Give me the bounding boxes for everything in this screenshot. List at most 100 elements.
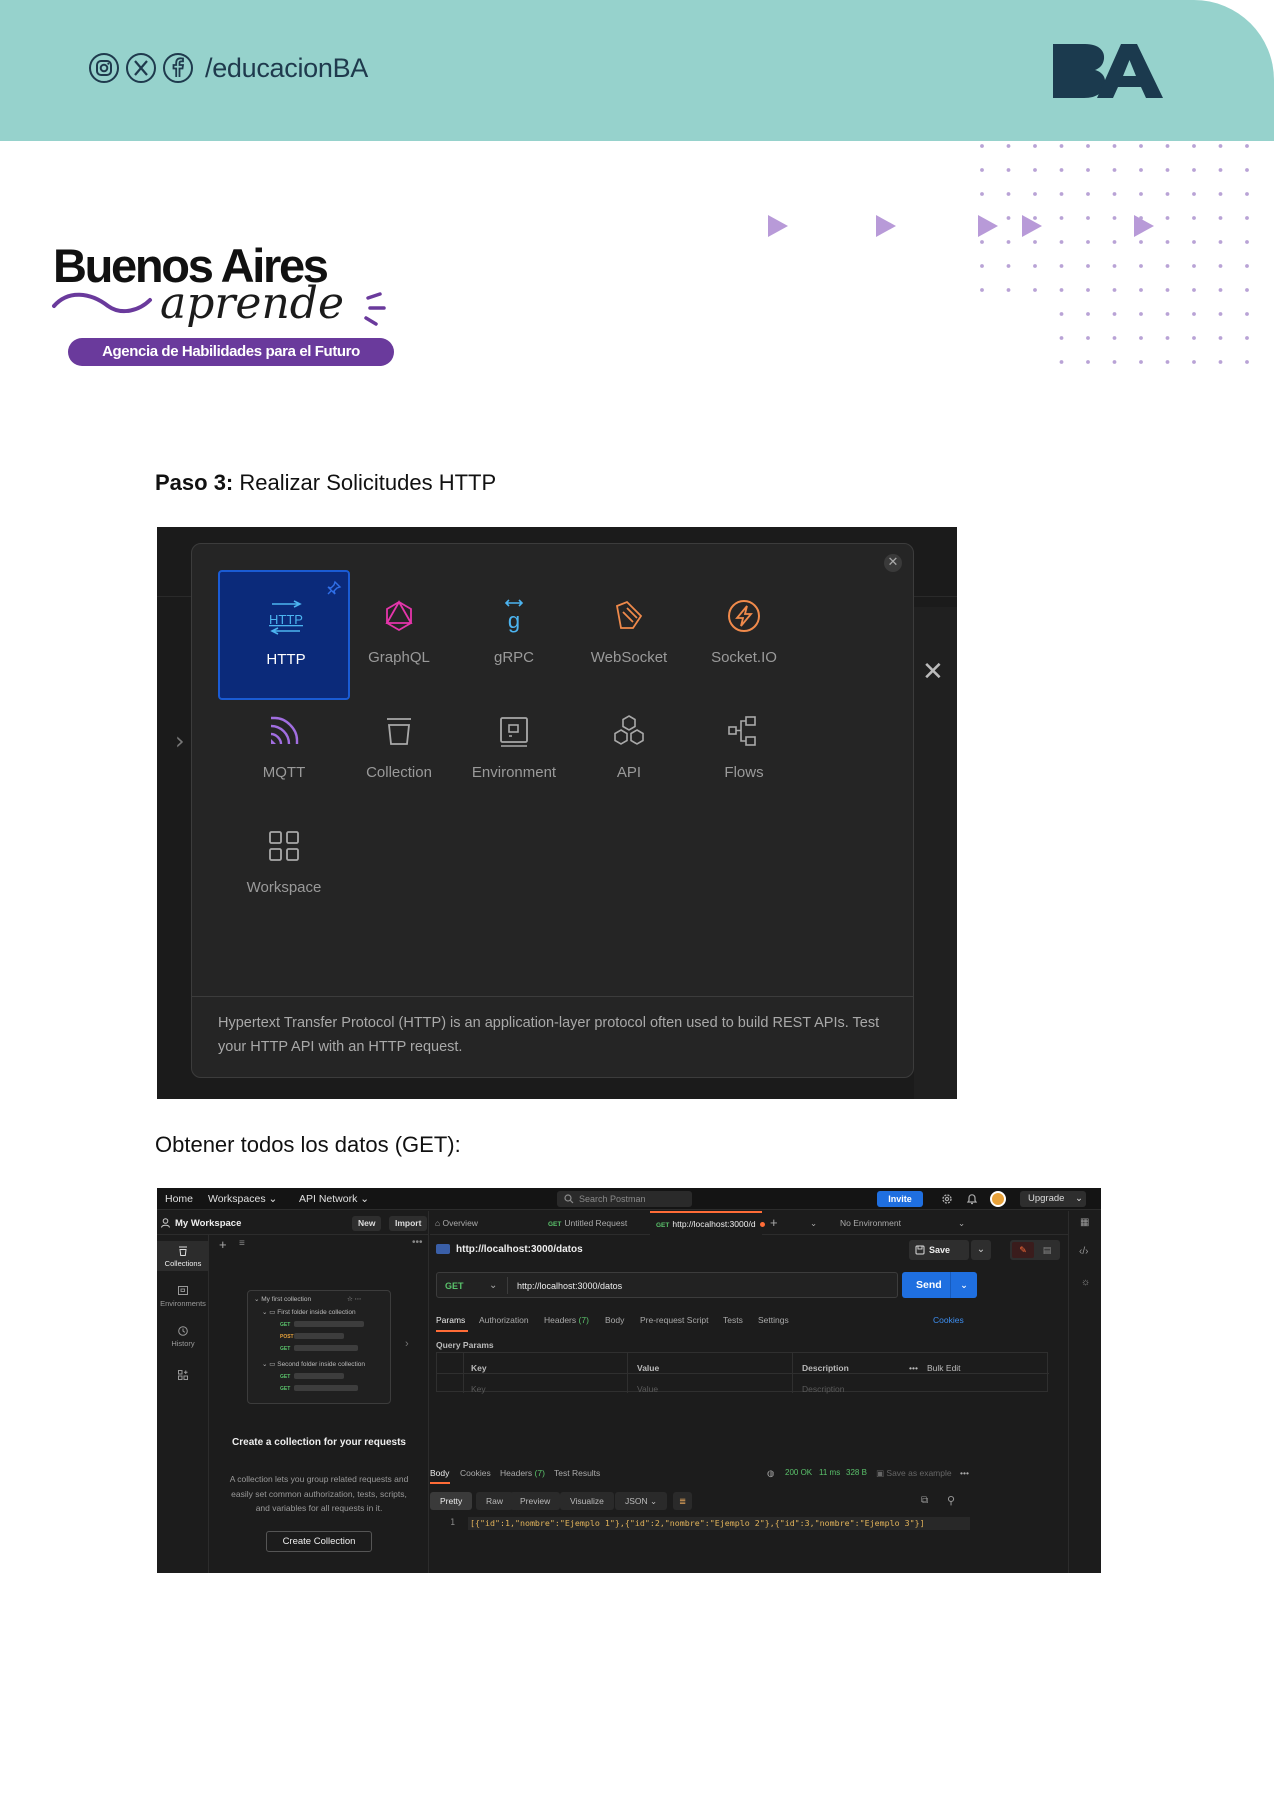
environment-selector[interactable]: No Environment ⌄ <box>840 1211 965 1235</box>
workspace-name[interactable]: My Workspace <box>175 1218 241 1229</box>
tab-response-headers[interactable]: Headers (7) <box>500 1468 545 1478</box>
rail-collections[interactable]: Collections <box>157 1241 209 1271</box>
format-raw[interactable]: Raw <box>476 1492 514 1510</box>
tab-response-cookies[interactable]: Cookies <box>460 1468 491 1478</box>
tile-collection[interactable]: Collection <box>333 685 465 815</box>
tile-http[interactable]: HTTP HTTP <box>218 570 350 700</box>
api-icon <box>614 715 644 745</box>
url-input[interactable]: http://localhost:3000/datos <box>517 1281 622 1291</box>
rail-history[interactable]: History <box>157 1321 209 1351</box>
rail-configure[interactable] <box>157 1365 209 1383</box>
tab-authorization[interactable]: Authorization <box>479 1315 529 1325</box>
invite-button[interactable]: Invite <box>877 1191 923 1207</box>
tile-environment[interactable]: Environment <box>448 685 580 815</box>
pencil-icon[interactable]: ✎ <box>1012 1242 1034 1258</box>
tile-socketio[interactable]: Socket.IO <box>678 570 810 700</box>
deco-dot <box>1192 312 1196 316</box>
tile-mqtt[interactable]: MQTT <box>218 685 350 815</box>
tab-headers[interactable]: Headers (7) <box>544 1315 589 1325</box>
tab-pre-request-script[interactable]: Pre-request Script <box>640 1315 709 1325</box>
wrap-icon[interactable]: ≣ <box>673 1492 693 1510</box>
tab-test-results[interactable]: Test Results <box>554 1468 600 1478</box>
cookies-link[interactable]: Cookies <box>933 1315 964 1325</box>
upgrade-button[interactable]: Upgrade ⌄ <box>1020 1191 1086 1207</box>
format-visualize[interactable]: Visualize <box>560 1492 614 1510</box>
send-button[interactable]: Send ⌄ <box>902 1272 977 1298</box>
star-icon: ☆ ⋯ <box>346 1296 362 1303</box>
description-input[interactable]: Description <box>802 1384 845 1394</box>
bulk-edit-link[interactable]: Bulk Edit <box>927 1363 961 1373</box>
tab-params[interactable]: Params <box>436 1315 465 1325</box>
key-input[interactable]: Key <box>471 1384 486 1394</box>
format-preview[interactable]: Preview <box>510 1492 561 1510</box>
more-icon[interactable]: ••• <box>909 1363 918 1373</box>
add-tab-icon[interactable]: + <box>770 1211 778 1235</box>
rail-environments[interactable]: Environments <box>157 1281 209 1311</box>
chevron-right-icon[interactable]: › <box>175 727 185 755</box>
modal-close-icon[interactable]: ✕ <box>884 554 902 572</box>
response-json[interactable]: [{"id":1,"nombre":"Ejemplo 1"},{"id":2,"… <box>468 1517 970 1530</box>
avatar[interactable] <box>990 1191 1006 1207</box>
method-select[interactable]: GET <box>445 1281 464 1291</box>
create-collection-button[interactable]: Create Collection <box>266 1531 372 1552</box>
nav-api-network[interactable]: API Network ⌄ <box>299 1193 369 1205</box>
x-twitter-icon[interactable] <box>125 52 157 84</box>
gear-icon[interactable] <box>940 1192 954 1206</box>
import-button[interactable]: Import <box>389 1216 428 1231</box>
more-icon[interactable]: ••• <box>412 1237 423 1248</box>
save-example-link[interactable]: ▣ Save as example <box>876 1468 952 1479</box>
chevron-down-icon[interactable]: ⌄ <box>950 1272 977 1298</box>
save-button[interactable]: Save <box>909 1240 969 1260</box>
search-input[interactable]: Search Postman <box>557 1191 692 1207</box>
deco-dot <box>1033 288 1037 292</box>
tile-flows[interactable]: Flows <box>678 685 810 815</box>
more-icon[interactable]: ••• <box>960 1468 969 1478</box>
tile-grpc[interactable]: g gRPC <box>448 570 580 700</box>
tab-untitled-request[interactable]: GET Untitled Request <box>548 1211 627 1235</box>
tile-api[interactable]: API <box>563 685 695 815</box>
tab-tests[interactable]: Tests <box>723 1315 743 1325</box>
url-bar[interactable]: GET ⌄ http://localhost:3000/datos <box>436 1272 898 1298</box>
instagram-icon[interactable] <box>88 52 120 84</box>
tile-graphql[interactable]: GraphQL <box>333 570 465 700</box>
filter-icon[interactable]: ≡ <box>239 1238 245 1249</box>
tab-response-body[interactable]: Body <box>430 1468 449 1478</box>
lightbulb-icon[interactable]: ☼ <box>1081 1277 1090 1288</box>
deco-dot <box>1139 240 1143 244</box>
close-icon[interactable]: ✕ <box>922 657 944 687</box>
code-icon[interactable]: ‹/› <box>1079 1246 1088 1257</box>
chevron-right-icon[interactable]: › <box>405 1338 409 1350</box>
tabs-dropdown-icon[interactable]: ⌄ <box>810 1211 817 1235</box>
tab-settings[interactable]: Settings <box>758 1315 789 1325</box>
nav-home[interactable]: Home <box>165 1193 193 1205</box>
view-toggle[interactable]: ✎ ▤ <box>1010 1240 1060 1260</box>
deco-dot <box>980 288 984 292</box>
collection-preview: ⌄ My first collection ☆ ⋯ ⌄ ▭ First fold… <box>247 1290 391 1404</box>
tile-websocket[interactable]: WebSocket <box>563 570 695 700</box>
tile-label: Socket.IO <box>711 649 777 666</box>
copy-icon[interactable]: ⧉ <box>921 1495 928 1506</box>
deco-dot <box>1139 168 1143 172</box>
layout-icon[interactable]: ▦ <box>1080 1217 1089 1228</box>
new-button[interactable]: New <box>352 1216 382 1231</box>
doc-icon[interactable]: ▤ <box>1037 1242 1057 1258</box>
add-icon[interactable]: + <box>219 1237 227 1252</box>
value-input[interactable]: Value <box>637 1384 658 1394</box>
tile-workspace[interactable]: Workspace <box>218 800 350 930</box>
format-pretty[interactable]: Pretty <box>430 1492 473 1510</box>
query-params-label: Query Params <box>436 1340 494 1350</box>
save-dropdown[interactable]: ⌄ <box>971 1240 991 1260</box>
tab-overview[interactable]: ⌂ Overview <box>435 1211 478 1235</box>
language-select[interactable]: JSON ⌄ <box>615 1492 668 1510</box>
websocket-icon <box>615 600 643 629</box>
placeholder-bar <box>294 1345 358 1351</box>
search-icon[interactable]: ⚲ <box>947 1494 955 1507</box>
facebook-icon[interactable] <box>162 52 194 84</box>
nav-workspaces[interactable]: Workspaces ⌄ <box>208 1193 277 1205</box>
deco-dot <box>1112 240 1117 244</box>
deco-dot <box>1006 144 1011 148</box>
bell-icon[interactable] <box>965 1192 979 1206</box>
tab-body[interactable]: Body <box>605 1315 624 1325</box>
deco-dot <box>1165 312 1170 316</box>
tab-active-request[interactable]: GET http://localhost:3000/d <box>650 1211 765 1235</box>
